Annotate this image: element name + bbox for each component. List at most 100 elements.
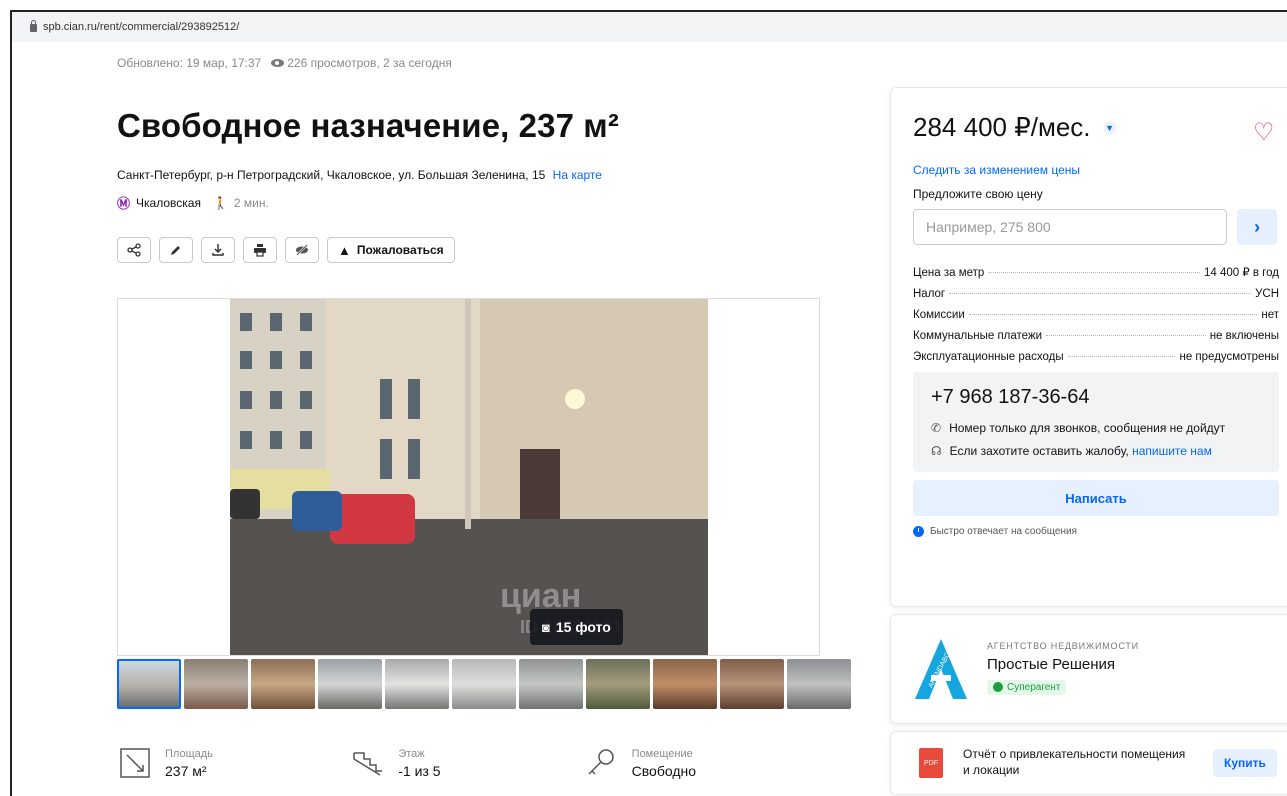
listing-meta: Обновлено: 19 мар, 17:37 226 просмотров,…: [117, 56, 452, 70]
thumbnail[interactable]: [385, 659, 449, 709]
edit-button[interactable]: [159, 237, 193, 263]
fast-reply: Быстро отвечает на сообщения: [913, 526, 1277, 537]
listing-address: Санкт-Петербург, р-н Петроградский, Чкал…: [117, 168, 602, 182]
chevron-right-icon: ›: [1254, 216, 1261, 237]
calls-note-text: Номер только для звонков, сообщения не д…: [949, 421, 1226, 435]
action-toolbar: ▲ Пожаловаться: [117, 237, 455, 263]
updated-text: Обновлено: 19 мар, 17:37: [117, 56, 262, 70]
detail-row: Цена за метр 14 400 ₽ в год: [913, 265, 1279, 279]
views-text: 226 просмотров, 2 за сегодня: [287, 56, 452, 70]
metro-icon: Ⓜ: [117, 196, 131, 211]
hide-icon: [296, 244, 308, 256]
agency-name[interactable]: Простые Решения: [987, 656, 1139, 673]
dots: [968, 314, 1258, 315]
photo-gallery[interactable]: циан ID 14221101 ◙ 15 фото: [117, 298, 820, 656]
thumbnail[interactable]: [519, 659, 583, 709]
views-info: 226 просмотров, 2 за сегодня: [271, 56, 452, 70]
follow-price-link[interactable]: Следить за изменением цены: [913, 163, 1277, 177]
offer-input[interactable]: [913, 209, 1228, 245]
report-label: Пожаловаться: [356, 243, 444, 257]
thumbnail[interactable]: [251, 659, 315, 709]
param-list: Площадь 237 м² Этаж -1 из 5 Помещение Св…: [117, 745, 817, 781]
complaint-link[interactable]: напишите нам: [1132, 444, 1212, 458]
chevron-down-icon[interactable]: ▼: [1102, 120, 1117, 135]
detail-row: Коммунальные платежи не включены: [913, 330, 1279, 342]
url-text[interactable]: spb.cian.ru/rent/commercial/293892512/: [43, 21, 239, 33]
detail-value: не предусмотрены: [1179, 351, 1279, 363]
offer-row: ›: [913, 209, 1277, 245]
thumbnail-strip: [117, 659, 851, 709]
price-row: 284 400 ₽/мес. ▼: [913, 112, 1277, 143]
dots: [1046, 335, 1206, 336]
walk-time: 2 мин.: [233, 195, 269, 210]
detail-value: 14 400 ₽ в год: [1204, 267, 1279, 279]
agency-type: АГЕНТСТВО НЕДВИЖИМОСТИ: [987, 640, 1139, 651]
share-icon: [127, 243, 141, 257]
pdf-icon: PDF: [919, 748, 943, 778]
sidebar: 284 400 ₽/мес. ▼ ♡ Следить за изменением…: [890, 87, 1287, 795]
download-icon: [212, 244, 224, 256]
report-button[interactable]: ▲ Пожаловаться: [327, 237, 455, 263]
print-icon: [254, 244, 266, 257]
metro-station[interactable]: Чкаловская: [136, 196, 201, 210]
param-area: Площадь 237 м²: [117, 745, 350, 781]
map-link[interactable]: На карте: [553, 168, 602, 182]
detail-row: Налог УСН: [913, 288, 1279, 300]
address-text: Санкт-Петербург, р-н Петроградский, Чкал…: [117, 168, 546, 182]
share-button[interactable]: [117, 237, 151, 263]
thumbnail[interactable]: [184, 659, 248, 709]
stairs-icon: [353, 752, 383, 776]
price-details: Цена за метр 14 400 ₽ в год Налог УСН Коми…: [913, 265, 1279, 363]
detail-label: Эксплуатационные расходы: [913, 351, 1064, 363]
area-icon: [120, 748, 150, 778]
superagent-label: Суперагент: [1007, 681, 1061, 693]
thumbnail[interactable]: [117, 659, 181, 709]
agency-card[interactable]: ARENDABC АГЕНТСТВО НЕДВИЖИМОСТИ Простые …: [890, 614, 1287, 724]
price-card: 284 400 ₽/мес. ▼ ♡ Следить за изменением…: [890, 87, 1287, 607]
browser-frame: spb.cian.ru/rent/commercial/293892512/ О…: [10, 10, 1287, 796]
param-value: 237 м²: [165, 762, 207, 779]
thumbnail[interactable]: [586, 659, 650, 709]
dots: [949, 293, 1252, 294]
hide-button[interactable]: [285, 237, 319, 263]
photo-count-button[interactable]: ◙ 15 фото: [530, 609, 623, 645]
main-photo[interactable]: циан ID 14221101 ◙ 15 фото: [230, 299, 708, 655]
price-value: 284 400 ₽/мес.: [913, 112, 1091, 142]
dots: [988, 272, 1201, 273]
detail-label: Коммунальные платежи: [913, 330, 1043, 342]
agency-logo[interactable]: ARENDABC: [911, 637, 971, 701]
param-value: Свободно: [631, 762, 697, 779]
complaint-text: Если захотите оставить жалобу,: [949, 444, 1129, 458]
param-label: Помещение: [631, 747, 693, 760]
param-label: Площадь: [165, 747, 213, 760]
param-floor: Этаж -1 из 5: [350, 745, 583, 781]
fast-reply-text: Быстро отвечает на сообщения: [930, 526, 1077, 537]
thumbnail[interactable]: [787, 659, 851, 709]
detail-row: Комиссии нет: [913, 309, 1279, 321]
thumbnail[interactable]: [653, 659, 717, 709]
phone-icon: ✆: [931, 421, 942, 435]
superagent-icon: [993, 682, 1003, 693]
report-card: PDF Отчёт о привлекательности помещения …: [890, 731, 1287, 795]
walk-icon: 🚶: [212, 195, 228, 210]
address-bar[interactable]: spb.cian.ru/rent/commercial/293892512/: [12, 12, 1287, 42]
thumbnail[interactable]: [452, 659, 516, 709]
param-value: -1 из 5: [398, 762, 441, 779]
page-title: Свободное назначение, 237 м²: [117, 107, 619, 144]
download-button[interactable]: [201, 237, 235, 263]
write-button[interactable]: Написать: [913, 480, 1279, 516]
thumbnail[interactable]: [720, 659, 784, 709]
headset-icon: ☊: [931, 444, 942, 458]
detail-value: не включены: [1209, 330, 1279, 342]
detail-value: УСН: [1255, 288, 1279, 300]
thumbnail[interactable]: [318, 659, 382, 709]
report-text: Отчёт о привлекательности помещения и ло…: [963, 747, 1186, 777]
heart-icon[interactable]: ♡: [1253, 118, 1275, 147]
detail-label: Налог: [913, 288, 946, 300]
buy-button[interactable]: Купить: [1213, 749, 1277, 777]
phone-number[interactable]: +7 968 187-36-64: [931, 386, 1261, 409]
print-button[interactable]: [243, 237, 277, 263]
offer-submit-button[interactable]: ›: [1237, 209, 1277, 245]
complaint-note: ☊ Если захотите оставить жалобу, напишит…: [931, 444, 1261, 458]
param-label: Этаж: [398, 747, 425, 760]
